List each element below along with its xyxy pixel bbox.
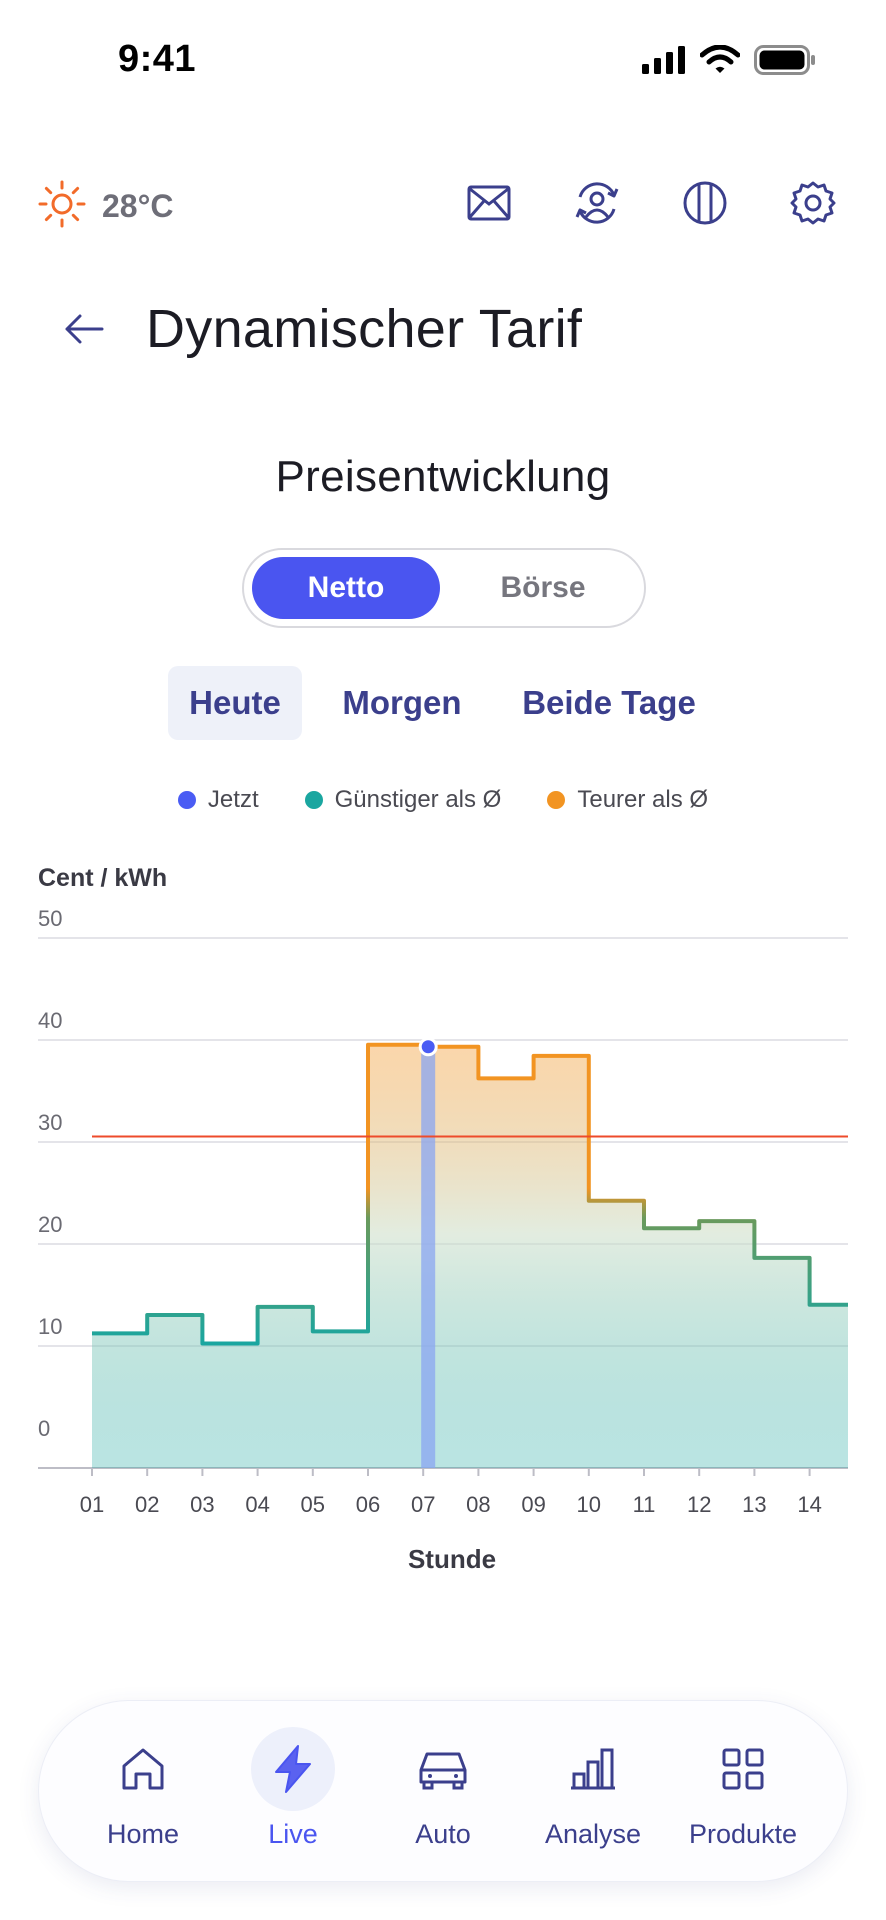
x-tick-label-06: 06 — [356, 1492, 380, 1517]
segment-netto[interactable]: Netto — [252, 557, 440, 619]
x-tick-label-11: 11 — [633, 1492, 656, 1517]
legend-label-now: Jetzt — [207, 786, 259, 813]
price-type-toggle: Netto Börse — [242, 548, 646, 628]
legend-dot-now — [177, 791, 196, 809]
chart-legend: Jetzt Günstiger als Ø Teurer als Ø — [0, 782, 886, 818]
price-chart: Cent / kWh 0 10 20 30 40 50 01 02 03 04 05 06 07 08 09 1… — [0, 850, 886, 1590]
x-tick-label-08: 08 — [466, 1492, 490, 1517]
x-tick-label-04: 04 — [245, 1492, 269, 1517]
gear-icon[interactable] — [788, 178, 838, 228]
top-icons — [464, 178, 838, 228]
nav-item-analyse[interactable]: Analyse — [523, 1727, 663, 1857]
legend-item-expensive: Teurer als Ø — [547, 782, 708, 818]
tab-heute[interactable]: Heute — [168, 666, 302, 740]
nav-label-analyse: Analyse — [544, 1819, 642, 1849]
nav-label-live: Live — [268, 1819, 318, 1849]
bar-chart-icon — [571, 1748, 615, 1790]
tab-morgen[interactable]: Morgen — [326, 666, 478, 740]
nav-label-home: Home — [106, 1819, 180, 1849]
grid-icon — [722, 1748, 764, 1790]
top-bar: 28°C — [0, 170, 886, 240]
legend-dot-expensive — [547, 791, 566, 809]
y-tick-label-20: 20 — [38, 1212, 62, 1237]
legend-label-cheaper: Günstiger als Ø — [334, 786, 502, 813]
price-area — [92, 1044, 848, 1468]
cellular-signal-icon — [642, 45, 686, 79]
x-tick-label-10: 10 — [577, 1492, 601, 1517]
x-tick-label-03: 03 — [190, 1492, 214, 1517]
weather-temperature: 28°C — [102, 188, 174, 224]
lightning-icon — [275, 1745, 311, 1793]
home-icon — [122, 1748, 164, 1790]
nav-item-auto[interactable]: Auto — [373, 1727, 513, 1857]
x-tick-label-14: 14 — [797, 1492, 821, 1517]
account-sync-icon[interactable] — [572, 178, 622, 228]
nav-item-live[interactable]: Live — [223, 1727, 363, 1857]
y-tick-label-30: 30 — [38, 1110, 62, 1135]
nav-item-home[interactable]: Home — [73, 1727, 213, 1857]
car-icon — [419, 1752, 467, 1790]
status-bar: 9:41 — [0, 0, 886, 120]
x-tick-label-01: 01 — [80, 1492, 104, 1517]
battery-icon — [754, 44, 816, 80]
price-chart-svg: Cent / kWh 0 10 20 30 40 50 01 02 03 04 05 06 07 08 09 1… — [38, 864, 848, 1574]
tab-beide-tage[interactable]: Beide Tage — [506, 666, 712, 740]
status-icons — [642, 44, 816, 80]
legend-item-now: Jetzt — [177, 782, 259, 818]
x-tick-label-09: 09 — [521, 1492, 545, 1517]
x-tick-label-12: 12 — [687, 1492, 711, 1517]
x-axis-label: Stunde — [408, 1544, 496, 1574]
nav-label-produkte: Produkte — [688, 1819, 798, 1849]
day-tabs: Heute Morgen Beide Tage — [0, 666, 886, 740]
page-header: Dynamischer Tarif — [0, 290, 886, 370]
x-tick-label-02: 02 — [135, 1492, 159, 1517]
contrast-icon[interactable] — [680, 178, 730, 228]
legend-item-cheaper: Günstiger als Ø — [304, 782, 502, 818]
segment-boerse[interactable]: Börse — [450, 557, 636, 619]
y-tick-label-50: 50 — [38, 906, 62, 931]
nav-item-produkte[interactable]: Produkte — [673, 1727, 813, 1857]
weather-widget: 28°C — [38, 180, 174, 233]
back-button[interactable] — [56, 304, 112, 354]
sun-icon — [38, 180, 86, 233]
bottom-navigation: Home Live Auto Analyse Produkte — [38, 1700, 848, 1882]
section-title: Preisentwicklung — [275, 452, 611, 501]
x-tick-label-05: 05 — [301, 1492, 325, 1517]
legend-label-expensive: Teurer als Ø — [577, 786, 709, 813]
arrow-left-icon — [65, 314, 104, 344]
page-title: Dynamischer Tarif — [146, 299, 583, 359]
nav-label-auto: Auto — [415, 1819, 471, 1849]
x-tick-label-07: 07 — [411, 1492, 435, 1517]
y-tick-label-0: 0 — [38, 1416, 50, 1441]
status-time: 9:41 — [118, 38, 197, 80]
now-highlight-bar — [421, 1046, 436, 1468]
y-axis-label: Cent / kWh — [38, 864, 167, 892]
wifi-icon — [699, 44, 741, 80]
x-tick-label-13: 13 — [742, 1492, 766, 1517]
now-point — [418, 1037, 438, 1057]
legend-dot-cheaper — [304, 791, 323, 809]
y-tick-label-10: 10 — [38, 1314, 62, 1339]
y-tick-label-40: 40 — [38, 1008, 62, 1033]
mail-icon[interactable] — [464, 178, 514, 228]
